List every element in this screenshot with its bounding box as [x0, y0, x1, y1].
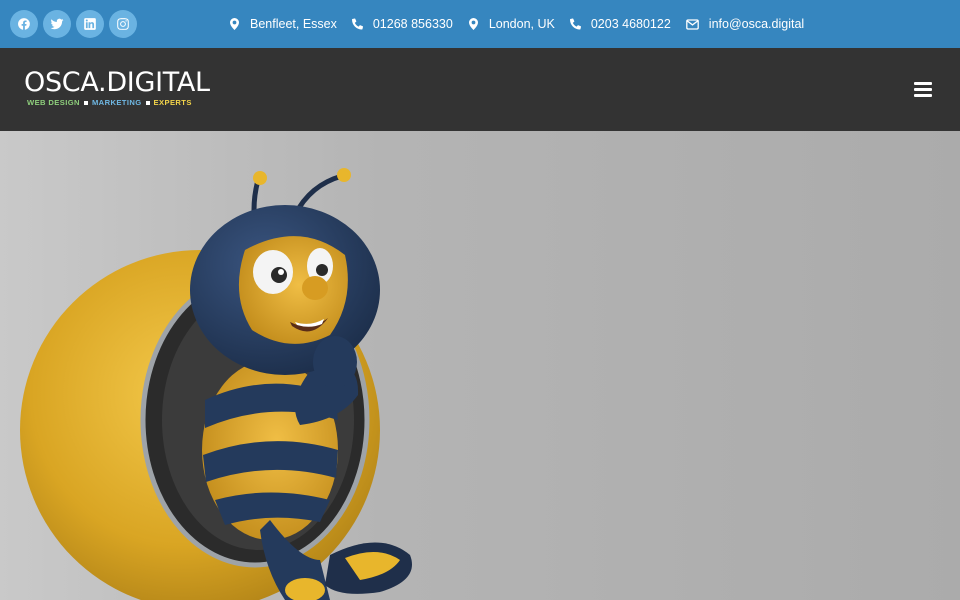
- phone-london[interactable]: 0203 4680122: [569, 17, 671, 31]
- logo-tagline: WEB DESIGN MARKETING EXPERTS: [27, 98, 210, 107]
- location-benfleet-text: Benfleet, Essex: [250, 17, 337, 31]
- tagline-web-design: WEB DESIGN: [27, 98, 80, 107]
- menu-bar: [914, 81, 932, 85]
- map-pin-icon: [230, 18, 239, 30]
- tagline-separator: [145, 100, 150, 105]
- facebook-link[interactable]: [10, 10, 38, 38]
- email-contact[interactable]: info@osca.digital: [685, 17, 805, 31]
- twitter-link[interactable]: [43, 10, 71, 38]
- facebook-icon: [18, 18, 30, 30]
- phone-benfleet-text: 01268 856330: [372, 17, 453, 31]
- map-pin-icon: [468, 18, 478, 30]
- social-links: [0, 10, 137, 38]
- tagline-separator: [83, 100, 88, 105]
- email-text: info@osca.digital: [708, 17, 805, 31]
- phone-benfleet[interactable]: 01268 856330: [351, 17, 453, 31]
- site-header: OSCA.DIGITAL WEB DESIGN MARKETING EXPERT…: [0, 48, 960, 131]
- linkedin-link[interactable]: [76, 10, 104, 38]
- site-logo[interactable]: OSCA.DIGITAL WEB DESIGN MARKETING EXPERT…: [24, 67, 210, 108]
- location-london[interactable]: London, UK: [468, 17, 555, 31]
- twitter-icon: [50, 18, 64, 30]
- menu-bar: [914, 87, 932, 91]
- bee-mascot-image: [20, 168, 412, 600]
- tagline-experts: EXPERTS: [153, 98, 192, 107]
- instagram-link[interactable]: [109, 10, 137, 38]
- logo-wordmark: OSCA.DIGITAL: [24, 67, 210, 98]
- phone-icon: [351, 18, 363, 30]
- menu-bar: [914, 93, 932, 97]
- location-benfleet[interactable]: Benfleet, Essex: [229, 17, 337, 31]
- hero-section: [0, 131, 960, 600]
- hamburger-menu-button[interactable]: [908, 75, 938, 103]
- instagram-icon: [117, 18, 129, 30]
- contact-info: Benfleet, Essex 01268 856330 London, UK …: [229, 0, 819, 48]
- top-bar: Benfleet, Essex 01268 856330 London, UK …: [0, 0, 960, 48]
- envelope-icon: [685, 18, 699, 30]
- phone-icon: [569, 18, 581, 30]
- location-london-text: London, UK: [488, 17, 555, 31]
- phone-london-text: 0203 4680122: [590, 17, 671, 31]
- linkedin-icon: [84, 18, 96, 30]
- tagline-marketing: MARKETING: [91, 98, 142, 107]
